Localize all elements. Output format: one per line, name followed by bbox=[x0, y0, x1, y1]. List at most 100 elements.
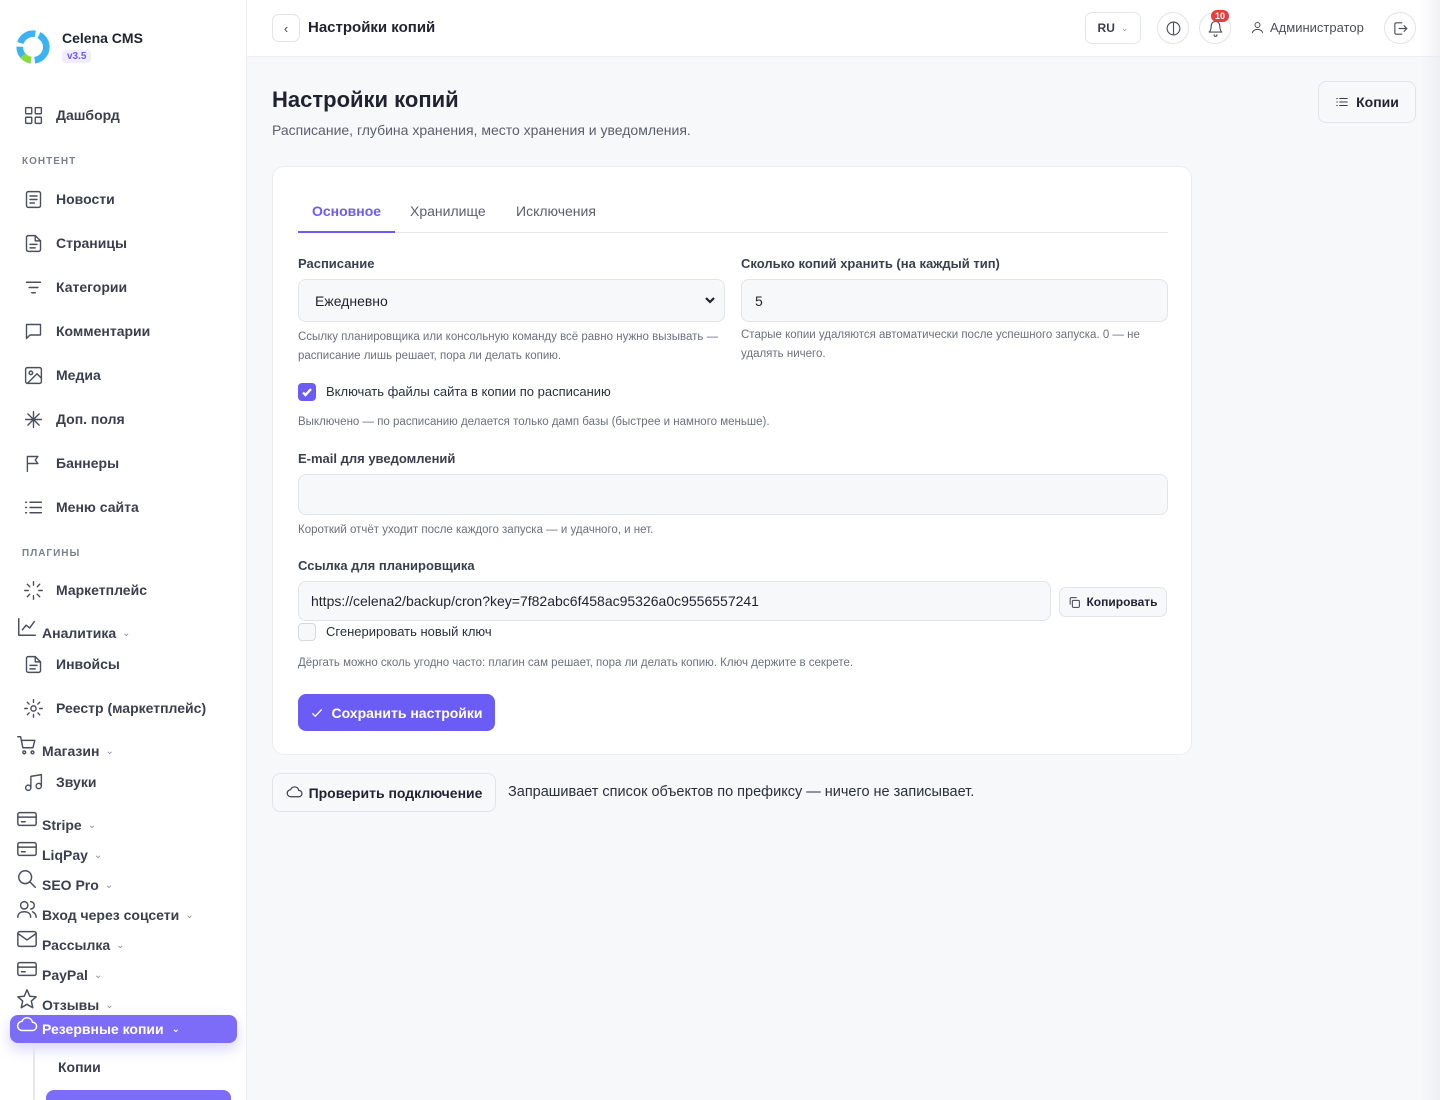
sidebar-item-label: Инвойсы bbox=[56, 656, 120, 672]
sidebar-item-social-login[interactable]: Вход через соцсети ⌄ bbox=[16, 900, 194, 926]
invoice-icon bbox=[25, 655, 41, 673]
scroll-shadow bbox=[1420, 0, 1440, 1100]
section-label-plugins: ПЛАГИНЫ bbox=[22, 548, 81, 559]
sidebar-item-reviews[interactable]: Отзывы ⌄ bbox=[16, 989, 114, 1016]
chart-line-icon bbox=[18, 618, 36, 636]
tab-exclusions[interactable]: Исключения bbox=[516, 203, 596, 233]
check-icon bbox=[302, 388, 312, 397]
list-icon bbox=[24, 501, 42, 513]
save-button-label: Сохранить настройки bbox=[331, 704, 483, 721]
include-files-hint: Выключено — по расписанию делается тольк… bbox=[298, 416, 770, 428]
email-label: E-mail для уведомлений bbox=[298, 451, 456, 466]
sidebar-item-label: Страницы bbox=[56, 235, 127, 251]
card-icon bbox=[17, 811, 37, 827]
sidebar-item-label: Stripe bbox=[42, 817, 82, 833]
schedule-value: Ежедневно bbox=[315, 292, 388, 309]
user-icon bbox=[1252, 22, 1263, 34]
schedule-select[interactable]: Ежедневно bbox=[298, 279, 725, 322]
brand[interactable]: Celena CMS v3.5 bbox=[14, 28, 143, 66]
brand-version: v3.5 bbox=[62, 50, 92, 63]
sidebar-item-label: Баннеры bbox=[56, 455, 120, 471]
sidebar-item-label: Новости bbox=[56, 191, 115, 207]
chevron-down-icon: ⌄ bbox=[105, 999, 114, 1011]
sidebar-item-analytics[interactable]: Аналитика ⌄ bbox=[16, 618, 131, 644]
copies-button[interactable]: Копии bbox=[1318, 81, 1416, 123]
chevron-down-icon: ⌄ bbox=[104, 879, 114, 891]
chevron-down-icon: ⌄ bbox=[87, 819, 97, 831]
list-icon bbox=[1336, 97, 1348, 107]
sidebar-item-liqpay[interactable]: LiqPay ⌄ bbox=[16, 841, 103, 866]
sidebar-item-label: SEO Pro bbox=[42, 877, 99, 893]
sidebar-item-site-menu[interactable]: Меню сайта bbox=[22, 496, 139, 518]
sidebar-item-media[interactable]: Медиа bbox=[22, 364, 101, 386]
logout-icon bbox=[1393, 21, 1407, 35]
keep-label: Сколько копий хранить (на каждый тип) bbox=[741, 256, 1000, 271]
comment-icon bbox=[25, 323, 41, 339]
sidebar-item-stripe[interactable]: Stripe ⌄ bbox=[16, 811, 97, 836]
chevron-down-icon: ⌄ bbox=[171, 1023, 181, 1035]
copy-button[interactable]: Копировать bbox=[1059, 587, 1167, 617]
test-connection-button[interactable]: Проверить подключение bbox=[272, 773, 496, 812]
chevron-down-icon: ⌄ bbox=[122, 627, 131, 639]
chevron-down-icon: ⌄ bbox=[93, 969, 103, 981]
chevron-left-icon: ‹ bbox=[283, 20, 289, 36]
topbar-title: Настройки копий bbox=[308, 19, 436, 36]
include-files-label: Включать файлы сайта в копии по расписан… bbox=[326, 384, 611, 399]
sidebar-item-label: PayPal bbox=[42, 967, 88, 983]
sidebar-item-news[interactable]: Новости bbox=[22, 188, 115, 210]
asterisk-icon bbox=[24, 410, 42, 428]
email-input[interactable] bbox=[298, 474, 1168, 515]
card-icon bbox=[17, 961, 37, 977]
sidebar-item-pages[interactable]: Страницы bbox=[22, 232, 127, 254]
sidebar-item-seo[interactable]: SEO Pro ⌄ bbox=[16, 870, 114, 896]
sidebar-item-banners[interactable]: Баннеры bbox=[22, 452, 119, 474]
bell-icon bbox=[1208, 20, 1222, 37]
include-files-checkbox[interactable] bbox=[298, 383, 316, 401]
back-button[interactable]: ‹ bbox=[272, 14, 300, 42]
cron-url-input[interactable]: https://celena2/backup/cron?key=7f82abc6… bbox=[298, 581, 1051, 621]
sidebar-item-categories[interactable]: Категории bbox=[22, 276, 127, 298]
copies-button-label: Копии bbox=[1356, 94, 1399, 110]
logout-button[interactable] bbox=[1384, 12, 1416, 44]
sidebar-subitem-settings[interactable] bbox=[46, 1090, 231, 1100]
user-menu[interactable]: Администратор bbox=[1250, 20, 1364, 35]
sidebar-item-label: Медиа bbox=[56, 367, 101, 383]
sidebar-item-label: Маркетплейс bbox=[56, 582, 147, 598]
regen-key-label: Сгенерировать новый ключ bbox=[326, 624, 492, 639]
user-name: Администратор bbox=[1270, 20, 1364, 35]
sidebar-item-invoices[interactable]: Инвойсы bbox=[22, 653, 120, 675]
language-select[interactable]: RU ⌄ bbox=[1085, 12, 1141, 44]
celena-logo-icon bbox=[16, 30, 50, 64]
email-hint: Короткий отчёт уходит после каждого запу… bbox=[298, 524, 654, 536]
music-icon bbox=[24, 773, 42, 791]
sidebar-item-paypal[interactable]: PayPal ⌄ bbox=[16, 961, 103, 986]
tabs: Основное Хранилище Исключения bbox=[298, 202, 1168, 233]
sidebar-item-extra-fields[interactable]: Доп. поля bbox=[22, 408, 125, 430]
chevron-down-icon: ⌄ bbox=[93, 849, 103, 861]
sidebar-item-comments[interactable]: Комментарии bbox=[22, 320, 150, 342]
cloud-icon bbox=[16, 1017, 38, 1032]
sidebar-item-dashboard[interactable]: Дашборд bbox=[22, 104, 120, 126]
sidebar-subitem-copies[interactable]: Копии bbox=[58, 1059, 101, 1075]
theme-toggle-button[interactable] bbox=[1157, 12, 1189, 44]
tab-storage[interactable]: Хранилище bbox=[410, 203, 486, 233]
sidebar-item-label: Рассылка bbox=[42, 937, 111, 953]
sidebar-item-registry[interactable]: Реестр (маркетплейс) bbox=[22, 697, 206, 719]
sidebar-item-marketplace[interactable]: Маркетплейс bbox=[22, 579, 147, 601]
sidebar-item-mailing[interactable]: Рассылка ⌄ bbox=[16, 930, 125, 956]
tab-general[interactable]: Основное bbox=[298, 203, 396, 233]
sidebar-item-label: Категории bbox=[56, 279, 128, 295]
cron-label: Ссылка для планировщика bbox=[298, 558, 475, 573]
filter-icon bbox=[25, 281, 41, 293]
save-settings-button[interactable]: Сохранить настройки bbox=[298, 694, 495, 731]
sidebar-item-backups[interactable]: Резервные копии ⌄ bbox=[10, 1015, 237, 1043]
contrast-icon bbox=[1166, 21, 1180, 35]
keep-count-value: 5 bbox=[755, 292, 763, 309]
section-label-content: КОНТЕНТ bbox=[22, 156, 77, 167]
regen-key-checkbox[interactable] bbox=[298, 623, 316, 641]
sidebar-item-sounds[interactable]: Звуки bbox=[22, 771, 96, 793]
sidebar-item-label: Отзывы bbox=[42, 997, 100, 1013]
settings-card: Основное Хранилище Исключения Расписание… bbox=[272, 166, 1192, 755]
keep-count-input[interactable]: 5 bbox=[741, 279, 1168, 322]
sidebar-item-shop[interactable]: Магазин ⌄ bbox=[16, 736, 114, 762]
